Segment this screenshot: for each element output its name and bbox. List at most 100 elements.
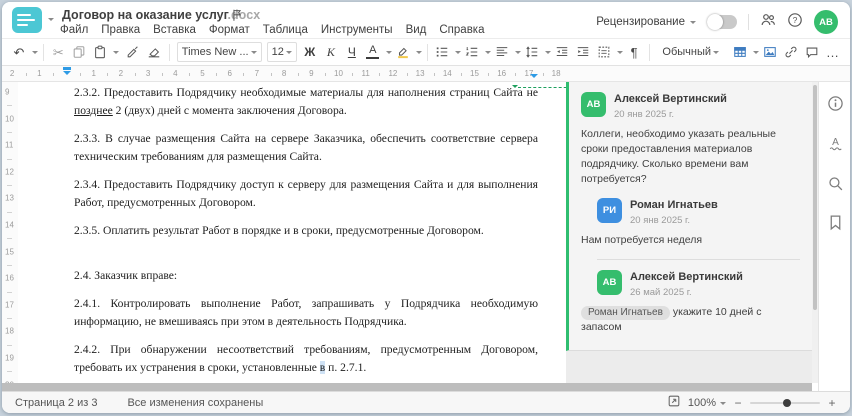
zoom-caret-icon[interactable] bbox=[720, 401, 726, 408]
menu-item-формат[interactable]: Формат bbox=[209, 24, 250, 36]
font-size-select[interactable]: 12 bbox=[266, 42, 297, 62]
page-bottom-gap bbox=[2, 383, 812, 391]
insert-link-button[interactable] bbox=[781, 41, 801, 63]
menu-item-инструменты[interactable]: Инструменты bbox=[321, 24, 393, 36]
app-menu-caret-icon[interactable] bbox=[48, 18, 54, 24]
underline-button[interactable]: Ч bbox=[342, 41, 362, 63]
comment-text: Нам потребуется неделя bbox=[581, 234, 703, 246]
zoom-value[interactable]: 100% bbox=[688, 397, 716, 409]
font-name-select[interactable]: Times New ... bbox=[176, 42, 262, 62]
numbered-list-button[interactable] bbox=[462, 41, 482, 63]
comment-date: 26 май 2025 г. bbox=[630, 287, 692, 299]
document-info-icon[interactable] bbox=[826, 94, 844, 112]
app-logo-icon[interactable] bbox=[12, 7, 42, 33]
style-caret-icon bbox=[713, 51, 720, 57]
indent-marker[interactable] bbox=[530, 74, 539, 82]
ruler-number: 2 bbox=[9, 69, 15, 78]
cut-button[interactable]: ✂ bbox=[48, 41, 68, 63]
paragraph-borders-caret-icon[interactable] bbox=[617, 51, 624, 57]
menu-item-таблица[interactable]: Таблица bbox=[263, 24, 308, 36]
document-paragraph: 2.3.3. В случае размещения Сайта на серв… bbox=[74, 132, 538, 163]
bullet-list-button[interactable] bbox=[432, 41, 452, 63]
increase-indent-button[interactable] bbox=[573, 41, 593, 63]
menu-item-вставка[interactable]: Вставка bbox=[153, 24, 196, 36]
first-line-indent-marker[interactable] bbox=[62, 67, 71, 70]
divider bbox=[748, 14, 749, 30]
ruler-number: 6 bbox=[227, 69, 232, 78]
spellcheck-icon[interactable] bbox=[826, 134, 844, 152]
clear-formatting-button[interactable] bbox=[144, 41, 164, 63]
align-caret-icon[interactable] bbox=[515, 51, 522, 57]
bookmark-icon[interactable] bbox=[826, 213, 844, 231]
comment-header: АВ Алексей Вертинский 26 май 2025 г. bbox=[597, 269, 800, 299]
search-icon[interactable] bbox=[826, 174, 844, 192]
comment-text: Коллеги, необходимо указать реальные сро… bbox=[581, 128, 776, 185]
copy-button[interactable] bbox=[69, 41, 89, 63]
review-mode-label[interactable]: Рецензирование bbox=[596, 16, 685, 28]
insert-table-button[interactable] bbox=[730, 41, 750, 63]
format-painter-button[interactable] bbox=[123, 41, 143, 63]
review-toggle[interactable] bbox=[707, 14, 737, 30]
horizontal-ruler[interactable]: 2 1 1 2 3 4 5 6 7 8 9 10 11 12 13 14 15 16 17 18 bbox=[2, 66, 850, 82]
italic-button[interactable]: К bbox=[321, 41, 341, 63]
vertical-ruler[interactable]: 91011121314151617181920 bbox=[2, 82, 18, 399]
decrease-indent-button[interactable] bbox=[552, 41, 572, 63]
numbered-list-caret-icon[interactable] bbox=[485, 51, 492, 57]
mention-chip[interactable]: Роман Игнатьев bbox=[581, 306, 670, 321]
insert-table-caret-icon[interactable] bbox=[753, 51, 760, 57]
font-color-caret-icon[interactable] bbox=[385, 51, 392, 57]
paste-button[interactable] bbox=[90, 41, 110, 63]
ruler-number: 19 bbox=[5, 353, 14, 363]
insert-comment-button[interactable] bbox=[802, 41, 822, 63]
ruler-number: 17 bbox=[5, 300, 14, 310]
zoom-slider-thumb[interactable] bbox=[783, 398, 791, 407]
bullet-list-caret-icon[interactable] bbox=[455, 51, 462, 57]
paragraph-borders-button[interactable] bbox=[594, 41, 614, 63]
line-spacing-caret-icon[interactable] bbox=[545, 51, 552, 57]
ruler-number: 8 bbox=[281, 69, 287, 78]
highlight-caret-icon[interactable] bbox=[415, 51, 422, 57]
page-count-label[interactable]: Страница 2 из 3 bbox=[15, 397, 97, 409]
paste-caret-icon[interactable] bbox=[113, 51, 120, 57]
comment-author: Алексей Вертинский bbox=[630, 270, 743, 283]
align-button[interactable] bbox=[492, 41, 512, 63]
review-mode-caret-icon[interactable] bbox=[690, 21, 696, 27]
fit-to-width-icon[interactable] bbox=[667, 394, 681, 411]
scrollbar-thumb[interactable] bbox=[813, 85, 817, 310]
zoom-controls: 100% − + bbox=[667, 394, 837, 411]
document-page[interactable]: 2.3.2. Предоставить Подрядчику необходим… bbox=[18, 82, 582, 402]
highlight-color-button[interactable] bbox=[393, 41, 413, 63]
comment-author: Алексей Вертинский bbox=[614, 93, 727, 105]
user-avatar[interactable]: АВ bbox=[814, 10, 838, 34]
document-paragraph: 2.3.2. Предоставить Подрядчику необходим… bbox=[74, 86, 538, 117]
show-paragraph-marks-button[interactable]: ¶ bbox=[624, 41, 644, 63]
ruler-number: 14 bbox=[5, 220, 14, 230]
document-paragraph: 2.3.4. Предоставить Подрядчику доступ к … bbox=[74, 178, 538, 209]
indent-marker[interactable] bbox=[62, 71, 71, 79]
ruler-number: 16 bbox=[497, 69, 507, 78]
help-icon[interactable] bbox=[787, 12, 803, 33]
insert-image-button[interactable] bbox=[760, 41, 780, 63]
menu-item-справка[interactable]: Справка bbox=[439, 24, 484, 36]
undo-button[interactable]: ↶ bbox=[9, 41, 29, 63]
ruler-number: 5 bbox=[200, 69, 205, 78]
zoom-slider[interactable] bbox=[750, 398, 820, 407]
comment-thread-card[interactable]: АВ Алексей Вертинский 20 янв 2025 г. Коллег… bbox=[566, 82, 812, 352]
menu-item-правка[interactable]: Правка bbox=[101, 24, 140, 36]
paragraph-style-select[interactable]: Обычный bbox=[658, 42, 724, 62]
bold-button[interactable]: Ж bbox=[300, 41, 320, 63]
ruler-number: 13 bbox=[415, 69, 425, 78]
collaboration-users-icon[interactable] bbox=[760, 12, 776, 33]
menu-item-вид[interactable]: Вид bbox=[406, 24, 427, 36]
zoom-in-button[interactable]: + bbox=[827, 396, 837, 410]
ruler-number: 14 bbox=[442, 69, 452, 78]
undo-caret-icon[interactable] bbox=[32, 51, 38, 57]
document-text[interactable]: 2.3.2. Предоставить Подрядчику необходим… bbox=[74, 84, 538, 402]
font-color-button[interactable]: А bbox=[363, 41, 383, 63]
editor-window: ? А Договор на оказание услуг.docx ФайлП… bbox=[2, 2, 850, 413]
ruler-number: 12 bbox=[388, 69, 398, 78]
more-tools-button[interactable]: … bbox=[823, 41, 843, 63]
line-spacing-button[interactable] bbox=[522, 41, 542, 63]
zoom-out-button[interactable]: − bbox=[733, 396, 743, 410]
menu-item-файл[interactable]: Файл bbox=[60, 24, 88, 36]
